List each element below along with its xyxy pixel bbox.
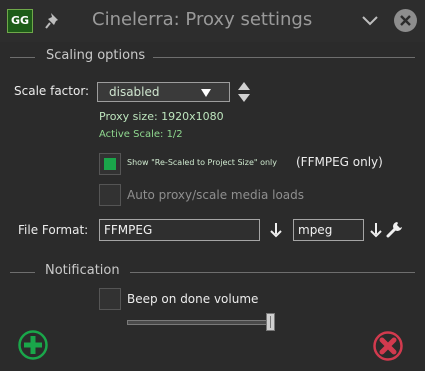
active-scale-text: Active Scale: 1/2: [99, 129, 183, 140]
rescaled-only-checkbox[interactable]: [99, 153, 121, 175]
volume-slider-handle[interactable]: [266, 313, 275, 331]
beep-on-done-checkbox[interactable]: [99, 288, 121, 310]
cancel-button[interactable]: [372, 330, 404, 362]
notification-label: Notification: [45, 263, 120, 278]
spin-arrows-icon[interactable]: [237, 81, 251, 103]
rescaled-only-label: Show "Re-Scaled to Project Size" only: [127, 158, 278, 167]
dropdown-arrow-icon: [201, 89, 211, 97]
volume-slider-track[interactable]: [127, 320, 267, 325]
scaling-options-header: Scaling options: [0, 47, 425, 65]
wrench-icon[interactable]: [386, 221, 403, 238]
ok-button[interactable]: [17, 329, 49, 361]
scale-factor-select[interactable]: disabled: [97, 82, 230, 102]
auto-proxy-label: Auto proxy/scale media loads: [127, 188, 305, 202]
ffmpeg-only-label: (FFMPEG only): [296, 155, 383, 169]
scaling-options-label: Scaling options: [46, 48, 146, 63]
close-button[interactable]: [394, 9, 417, 32]
app-icon: GG: [7, 9, 33, 33]
notification-header: Notification: [0, 262, 425, 280]
scale-factor-value: disabled: [109, 85, 160, 99]
codec-field[interactable]: mpeg: [293, 219, 364, 241]
auto-proxy-checkbox[interactable]: [99, 184, 121, 206]
close-icon: [400, 15, 411, 26]
chevron-down-icon[interactable]: [361, 13, 379, 29]
window-title: Cinelerra: Proxy settings: [92, 9, 313, 30]
proxy-size-text: Proxy size: 1920x1080: [99, 110, 224, 123]
file-format-down-arrow-icon[interactable]: [270, 222, 282, 238]
codec-down-arrow-icon[interactable]: [370, 222, 382, 238]
file-format-label: File Format:: [18, 223, 89, 237]
codec-value: mpeg: [298, 223, 333, 237]
title-bar: GG Cinelerra: Proxy settings: [0, 0, 425, 42]
file-format-field[interactable]: FFMPEG: [99, 219, 260, 241]
pin-icon[interactable]: [44, 11, 62, 31]
scale-factor-label: Scale factor:: [14, 84, 90, 98]
beep-on-done-label: Beep on done volume: [127, 292, 259, 306]
file-format-value: FFMPEG: [104, 223, 153, 237]
